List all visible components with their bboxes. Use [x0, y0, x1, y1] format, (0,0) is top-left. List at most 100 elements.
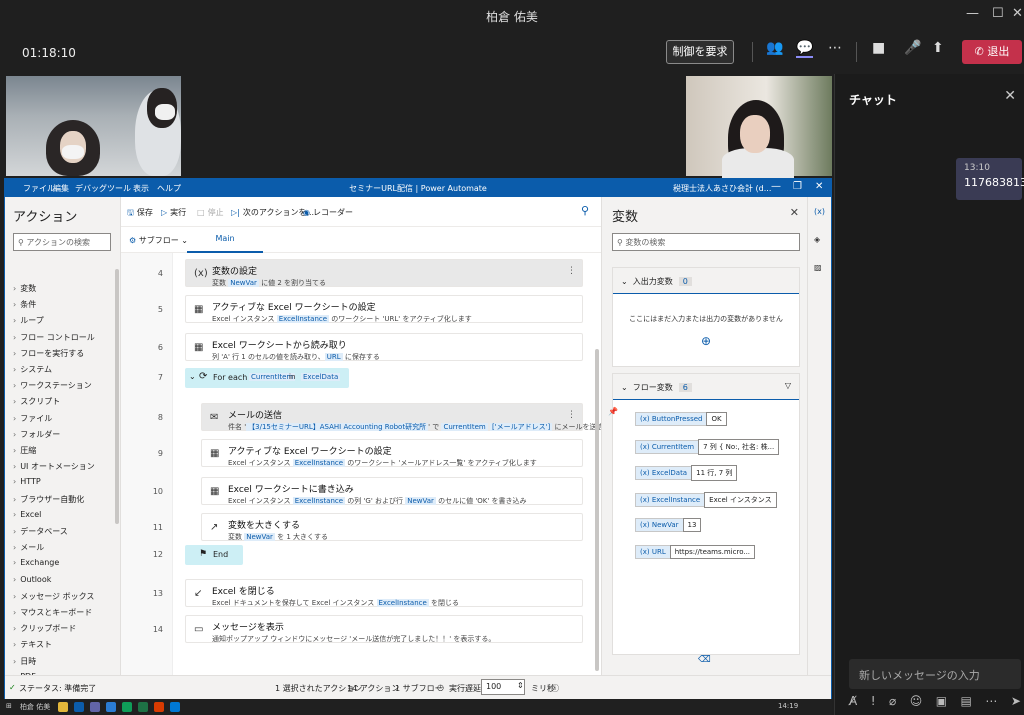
close-icon[interactable]: ✕ — [790, 206, 799, 219]
menu-tools[interactable]: ツール — [107, 183, 131, 194]
sticker-icon[interactable]: ▤ — [961, 694, 972, 712]
folder-icon[interactable] — [58, 702, 68, 712]
layers-icon[interactable]: ◈ — [814, 235, 820, 244]
flow-step[interactable]: ▭ メッセージを表示 通知ポップアップ ウィンドウにメッセージ 'メール送信が完了し… — [185, 615, 583, 643]
stepper-icon[interactable]: ⇕ — [517, 681, 524, 690]
powerpoint-icon[interactable] — [154, 702, 164, 712]
gif-icon[interactable]: ▣ — [936, 694, 947, 712]
mic-icon[interactable]: 🎤 — [904, 40, 921, 56]
action-group-item[interactable]: › ワークステーション — [13, 380, 92, 391]
account-label[interactable]: 税理士法人あさひ会計 (d... — [673, 183, 771, 194]
app-icon[interactable] — [74, 702, 84, 712]
action-group-item[interactable]: › フロー コントロール — [13, 332, 95, 343]
action-group-item[interactable]: › 圧縮 — [13, 445, 36, 456]
menu-file[interactable]: ファイル — [23, 183, 55, 194]
flow-step[interactable]: ▦ アクティブな Excel ワークシートの設定 Excel インスタンス Exce… — [201, 439, 583, 467]
action-group-item[interactable]: › Excel — [13, 510, 41, 519]
flow-variable[interactable]: (x) ExcelInstance Excel インスタンス — [635, 491, 777, 508]
close-icon[interactable]: ✕ — [1004, 88, 1016, 104]
priority-icon[interactable]: ! — [871, 694, 876, 712]
io-section-header[interactable]: ⌄ 入出力変数 0 — [613, 268, 799, 294]
end-block[interactable]: ⚑ End — [185, 545, 243, 565]
flow-step[interactable]: ↙ Excel を閉じる Excel ドキュメントを保存して Excel インスタン… — [185, 579, 583, 607]
flow-step[interactable]: (x) 変数の設定 変数 NewVar に値 2 を割り当てる ⋮ — [185, 259, 583, 287]
action-group-item[interactable]: › データベース — [13, 526, 68, 537]
pin-icon[interactable]: 📌 — [608, 407, 618, 416]
windows-start-icon[interactable]: ⊞ — [6, 702, 12, 710]
run-button[interactable]: ▷ 実行 — [161, 207, 186, 218]
action-group-item[interactable]: › 条件 — [13, 299, 36, 310]
action-group-item[interactable]: › メッセージ ボックス — [13, 591, 94, 602]
share-icon[interactable]: ⬆ — [932, 40, 944, 56]
flow-step[interactable]: ✉ メールの送信 件名 ' 【3/15セミナーURL】ASAHI Accounting… — [201, 403, 624, 431]
request-control-button[interactable]: 制御を要求 — [666, 40, 734, 64]
close-icon[interactable]: ✕ — [1012, 6, 1023, 21]
teams-icon[interactable] — [90, 702, 100, 712]
camera-icon[interactable]: ■ — [872, 40, 885, 56]
emoji-icon[interactable]: ☺ — [910, 694, 923, 712]
chat-icon[interactable]: 💬 — [796, 40, 814, 58]
scrollbar[interactable] — [115, 269, 119, 524]
flow-variable[interactable]: (x) ExcelData 11 行, 7 列 — [635, 465, 738, 481]
info-icon[interactable]: ⓘ — [551, 683, 559, 694]
action-group-item[interactable]: › ループ — [13, 315, 44, 326]
more-vertical-icon[interactable]: ⋮ — [567, 410, 576, 420]
close-icon[interactable]: ✕ — [815, 181, 823, 192]
more-icon[interactable]: ⋯ — [985, 694, 997, 712]
flow-variable[interactable]: (x) NewVar 13 — [635, 518, 702, 532]
action-group-item[interactable]: › ファイル — [13, 413, 52, 424]
format-icon[interactable]: A̸ — [849, 694, 857, 712]
action-group-item[interactable]: › メール — [13, 542, 44, 553]
flow-step[interactable]: ▦ Excel ワークシートから読み取り列 'A' 行 1 のセルの値を読み取り、… — [185, 333, 583, 361]
action-group-item[interactable]: › ブラウザー自動化 — [13, 494, 84, 505]
word-icon[interactable] — [106, 702, 116, 712]
image-icon[interactable]: ▨ — [814, 263, 822, 272]
flow-variable[interactable]: (x) CurrentItem 7 列 { No:, 社名: 株... — [635, 438, 780, 455]
chrome-icon[interactable] — [122, 702, 132, 712]
variables-search-input[interactable]: ⚲ 変数の検索 — [612, 233, 800, 251]
action-group-item[interactable]: › 日時 — [13, 656, 36, 667]
flow-step[interactable]: ↗ 変数を大きくする 変数 NewVar を 1 大きくする — [201, 513, 583, 541]
minimize-icon[interactable]: — — [966, 6, 979, 21]
participants-icon[interactable]: 👥 — [766, 40, 783, 56]
menu-help[interactable]: ヘルプ — [157, 183, 181, 194]
foreach-block[interactable]: ⌄ ⟳ For each CurrentItem in ExcelData — [185, 368, 349, 388]
filter-icon[interactable]: ▽ — [785, 381, 791, 390]
scrollbar[interactable] — [595, 349, 599, 671]
menu-debug[interactable]: デバッグ — [75, 183, 107, 194]
excel-icon[interactable] — [138, 702, 148, 712]
more-vertical-icon[interactable]: ⋮ — [567, 266, 576, 276]
action-group-item[interactable]: › クリップボード — [13, 623, 76, 634]
search-icon[interactable]: ⚲ — [581, 204, 589, 217]
action-group-item[interactable]: › HTTP — [13, 477, 41, 486]
action-group-item[interactable]: › Outlook — [13, 575, 51, 584]
chat-input[interactable]: 新しいメッセージの入力 — [849, 659, 1021, 689]
action-group-item[interactable]: › フォルダー — [13, 429, 60, 440]
minimize-icon[interactable]: — — [771, 181, 781, 192]
action-group-item[interactable]: › フローを実行する — [13, 348, 84, 359]
actions-search-input[interactable]: ⚲ アクションの検索 — [13, 233, 111, 251]
eraser-icon[interactable]: ⌫ — [698, 655, 711, 665]
stop-button[interactable]: □ 停止 — [197, 207, 224, 218]
chevron-down-icon[interactable]: ⌄ — [189, 372, 196, 381]
more-icon[interactable]: ⋯ — [828, 40, 842, 56]
save-button[interactable]: 🖫 保存 — [127, 207, 153, 221]
recorder-button[interactable]: ◉ レコーダー — [303, 207, 353, 218]
attach-icon[interactable]: ⌀ — [889, 694, 896, 712]
action-group-item[interactable]: › Exchange — [13, 558, 59, 567]
action-group-item[interactable]: › 変数 — [13, 283, 36, 294]
menu-edit[interactable]: 編集 — [53, 183, 69, 194]
flow-variable[interactable]: (x) ButtonPressed OK — [635, 412, 727, 426]
restore-icon[interactable]: ❐ — [793, 181, 802, 192]
leave-button[interactable]: ✆ 退出 — [962, 40, 1022, 64]
subflow-dropdown[interactable]: ⚙ サブフロー ⌄ — [129, 235, 188, 246]
action-group-item[interactable]: › マウスとキーボード — [13, 607, 92, 618]
outlook-icon[interactable] — [170, 702, 180, 712]
flow-section-header[interactable]: ⌄ フロー変数 6 ▽ — [613, 374, 799, 400]
action-group-item[interactable]: › UI オートメーション — [13, 461, 95, 472]
send-icon[interactable]: ➤ — [1011, 694, 1021, 712]
add-icon[interactable]: ⊕ — [613, 334, 799, 348]
flow-step[interactable]: ▦ Excel ワークシートに書き込み Excel インスタンス ExcelInst… — [201, 477, 583, 505]
variables-rail-icon[interactable]: (x) — [814, 207, 825, 216]
tab-main[interactable]: Main — [187, 227, 263, 253]
